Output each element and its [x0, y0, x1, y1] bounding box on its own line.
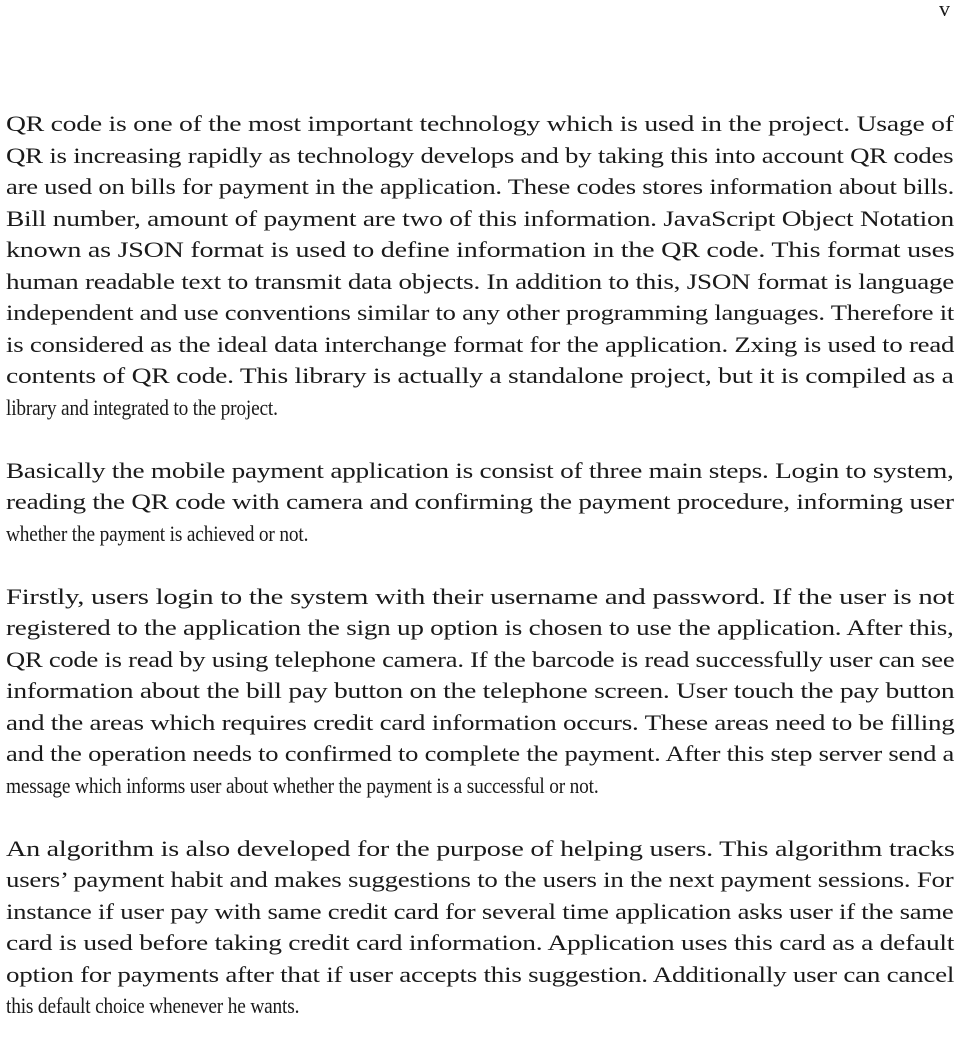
- text-line: message which informs user about whether…: [6, 772, 599, 798]
- paragraph-login-and-payment-flow: Firstly, users login to the system with …: [6, 581, 960, 802]
- text-line: QR is increasing rapidly as technology d…: [6, 142, 954, 168]
- text-line: known as JSON format is used to define i…: [6, 237, 955, 262]
- text-line: information about the bill pay button on…: [6, 678, 955, 703]
- text-line: QR code is one of the most important tec…: [6, 111, 954, 136]
- text-line: card is used before taking credit card i…: [6, 930, 955, 955]
- document-body: QR code is one of the most important tec…: [6, 108, 960, 1053]
- text-line: and the areas which requires credit card…: [6, 709, 955, 735]
- text-line: An algorithm is also developed for the p…: [6, 835, 955, 861]
- paragraph-suggestion-algorithm: An algorithm is also developed for the p…: [6, 833, 960, 1022]
- text-line: human readable text to transmit data obj…: [6, 268, 955, 294]
- page-number: v: [939, 0, 950, 21]
- paragraph-qr-code-technology: QR code is one of the most important tec…: [6, 108, 960, 423]
- text-line: registered to the application the sign u…: [6, 615, 954, 640]
- text-line: library and integrated to the project.: [6, 394, 278, 420]
- text-line: instance if user pay with same credit ca…: [6, 898, 954, 924]
- text-line: this default choice whenever he wants.: [6, 993, 300, 1018]
- text-line: QR code is read by using telephone camer…: [6, 646, 955, 672]
- paragraph-application-steps: Basically the mobile payment application…: [6, 455, 960, 550]
- text-line: reading the QR code with camera and conf…: [6, 489, 954, 514]
- text-line: independent and use conventions similar …: [6, 300, 955, 325]
- text-line: is considered as the ideal data intercha…: [6, 331, 955, 357]
- text-line: users’ payment habit and makes suggestio…: [6, 867, 954, 892]
- text-line: Basically the mobile payment application…: [6, 457, 954, 483]
- text-line: contents of QR code. This library is act…: [6, 363, 954, 388]
- text-line: whether the payment is achieved or not.: [6, 520, 309, 546]
- text-line: Firstly, users login to the system with …: [6, 583, 955, 609]
- text-line: are used on bills for payment in the app…: [6, 174, 955, 199]
- text-line: option for payments after that if user a…: [6, 961, 955, 987]
- text-line: Bill number, amount of payment are two o…: [6, 205, 954, 231]
- text-line: and the operation needs to confirmed to …: [6, 741, 955, 766]
